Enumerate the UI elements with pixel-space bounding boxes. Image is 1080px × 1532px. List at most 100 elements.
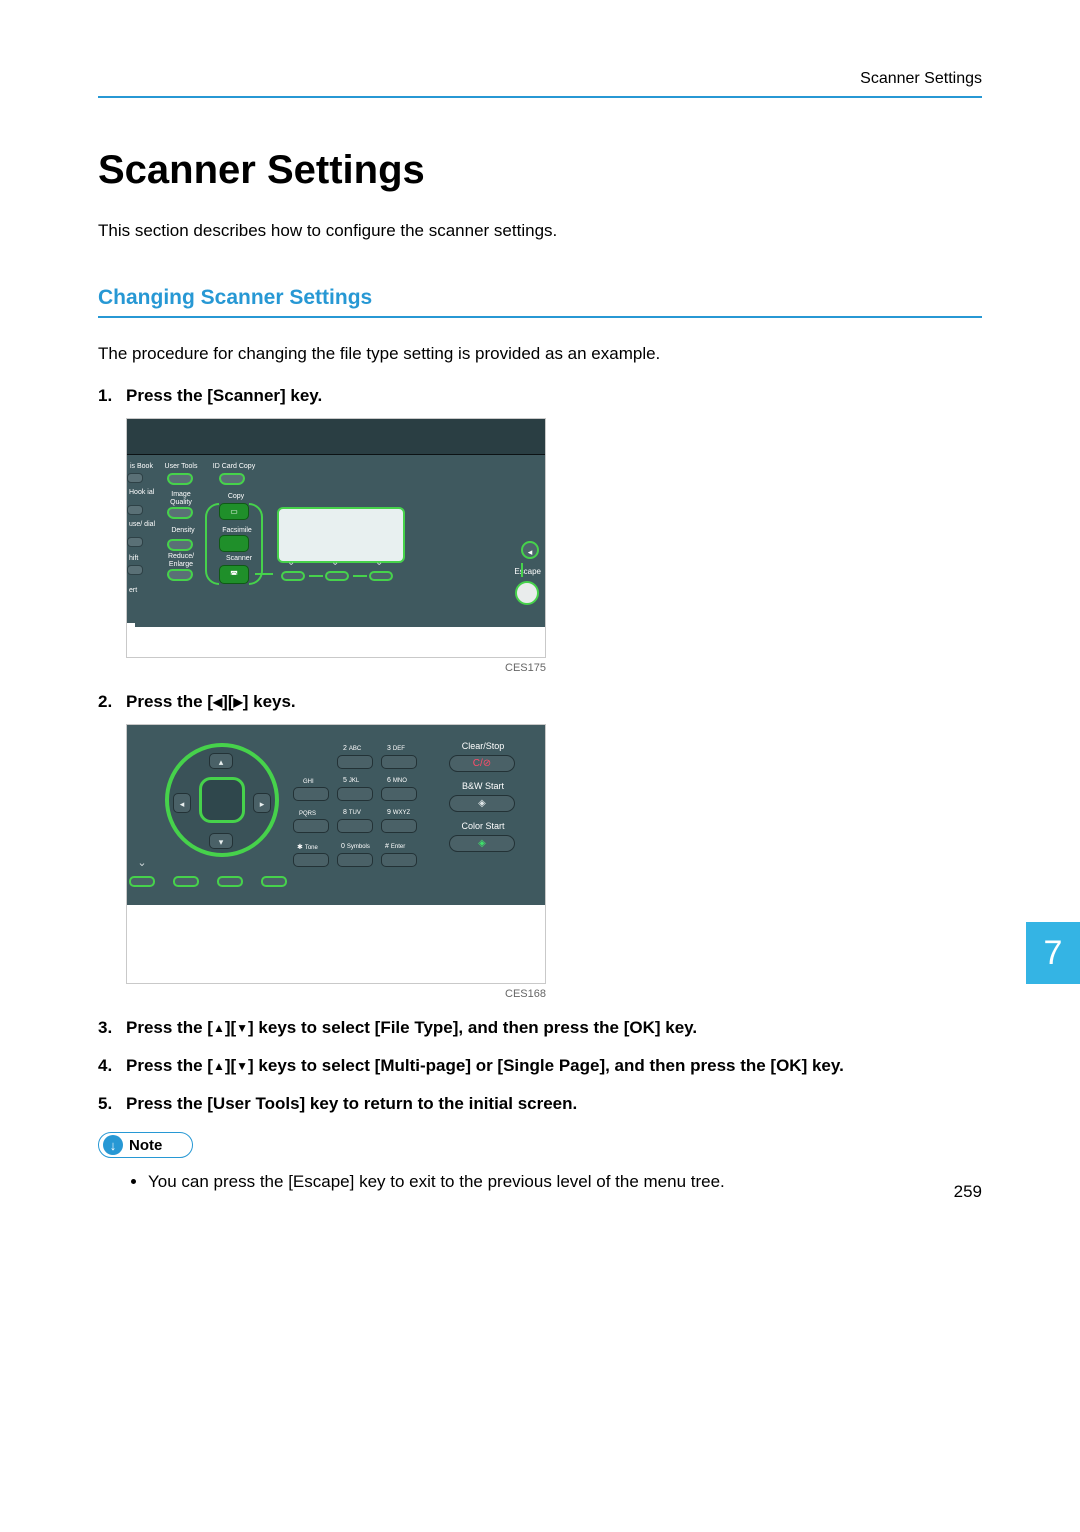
label-is-book: is Book [130,463,153,470]
key-star-sub: Tone [305,845,318,851]
label-escape: Escape [514,567,541,576]
softkey-2 [325,571,349,581]
page-number: 259 [954,1182,982,1202]
note-label: Note [129,1137,162,1154]
softkey-1 [281,571,305,581]
key-7 [293,819,329,833]
softkey-mid [173,876,199,887]
step-4: Press the [▲][▼] keys to select [Multi-p… [126,1056,982,1076]
label-density: Density [163,527,203,535]
softkey-3 [369,571,393,581]
key-8 [337,819,373,833]
step-2-mid: ][ [222,692,233,711]
key-9-num: 9 [387,809,391,816]
figure-1-scanner-panel: is Book Hook ial use/ dial hift ert User… [126,418,546,658]
key-3-num: 3 [387,745,391,752]
label-image-quality: Image Quality [161,491,201,506]
direction-left-key: ◂ [173,793,191,813]
btn-is-book [127,473,143,483]
chevron-icon: ⌄ [331,557,339,568]
up-arrow-icon: ▲ [213,1021,225,1035]
btn-bw-start: ◈ [449,795,515,812]
down-arrow-icon: ▼ [236,1021,248,1035]
up-arrow-icon: ▲ [213,1059,225,1073]
key-0 [337,853,373,867]
key-5 [337,787,373,801]
key-2-sub: ABC [349,746,361,752]
step-1: Press the [Scanner] key. is Book Hook ia… [126,386,982,674]
label-color-start: Color Start [447,821,519,831]
right-arrow-icon: ▶ [234,695,243,709]
step-4-mid1: ][ [225,1056,236,1075]
step-5-text: Press the [User Tools] key to return to … [126,1094,577,1113]
key-hash-sub: Enter [391,844,405,850]
note-pill: ↓ Note [98,1132,193,1158]
label-copy: Copy [221,493,251,501]
chevron-icon: ⌄ [287,557,295,568]
btn-id-card-copy [219,473,245,485]
step-1-text: Press the [Scanner] key. [126,386,322,405]
figure-2-direction-panel: ⌄ ▴ ▾ ◂ ▸ 2 ABC [126,724,546,984]
key-4 [293,787,329,801]
key-4-sub: GHI [303,779,314,785]
intro-text: This section describes how to configure … [98,221,982,241]
figure-1-caption: CES175 [126,658,546,674]
chapter-tab: 7 [1026,922,1080,984]
btn-copy: ▭ [219,503,249,520]
step-2: Press the [◀][▶] keys. ⌄ ▴ [126,692,982,1000]
label-user-tools: User Tools [161,463,201,471]
softkey-right3 [261,876,287,887]
page-title: Scanner Settings [98,148,982,193]
btn-shift [127,565,143,575]
key-hash-num: # [385,843,389,850]
step-3-mid1: ][ [225,1018,236,1037]
btn-facsimile [219,535,249,552]
key-0-num: 0 [341,843,345,850]
chevron-icon: ⌄ [135,856,149,869]
key-2-num: 2 [343,745,347,752]
step-2-post: ] keys. [243,692,296,711]
section-intro: The procedure for changing the file type… [98,344,982,364]
key-2 [337,755,373,769]
softkey-left [129,876,155,887]
step-5: Press the [User Tools] key to return to … [126,1094,982,1114]
key-hash [381,853,417,867]
lcd-screen [277,507,405,563]
btn-image-quality [167,507,193,519]
key-7-sub: PQRS [299,811,316,817]
key-8-num: 8 [343,809,347,816]
key-star [293,853,329,867]
step-4-mid2: ] keys to select [Multi-page] or [Single… [248,1056,844,1075]
btn-hook-dial [127,505,143,515]
key-5-num: 5 [343,777,347,784]
btn-density [167,539,193,551]
key-8-sub: TUV [349,810,361,816]
label-bw-start: B&W Start [447,781,519,791]
key-3-sub: DEF [393,746,405,752]
step-3: Press the [▲][▼] keys to select [File Ty… [126,1018,982,1038]
btn-reduce-enlarge [167,569,193,581]
header-breadcrumb: Scanner Settings [98,70,982,98]
key-6 [381,787,417,801]
note-down-arrow-icon: ↓ [103,1135,123,1155]
step-3-mid2: ] keys to select [File Type], and then p… [248,1018,697,1037]
ok-key-core [199,777,245,823]
section-heading: Changing Scanner Settings [98,286,982,318]
btn-escape [515,581,539,605]
btn-user-tools [167,473,193,485]
label-reduce-enlarge: Reduce/ Enlarge [159,553,203,568]
key-3 [381,755,417,769]
key-6-num: 6 [387,777,391,784]
chevron-icon: ⌄ [375,557,383,568]
direction-right-key: ▸ [253,793,271,813]
btn-pause-redial [127,537,143,547]
label-pause-redial: use/ dial [129,521,155,528]
label-hook-dial: Hook ial [129,489,154,496]
key-5-sub: JKL [349,778,359,784]
btn-clear-stop: C/⊘ [449,755,515,772]
key-9 [381,819,417,833]
btn-scanner: ◚ [219,565,249,584]
label-id-card-copy: ID Card Copy [209,463,259,471]
note-item-1: You can press the [Escape] key to exit t… [148,1172,982,1192]
btn-caret-left: ◂ [521,541,539,559]
